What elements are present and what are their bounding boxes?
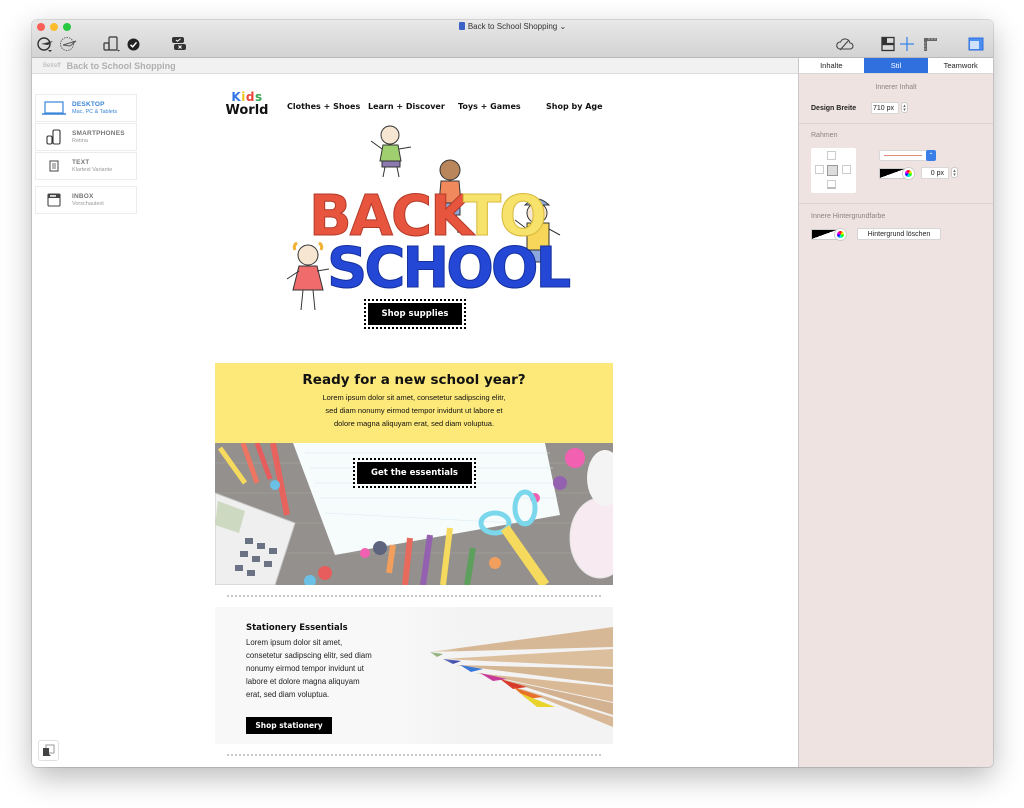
kids-world-logo[interactable]: Kids World <box>224 91 270 118</box>
guides-crosshair-icon[interactable] <box>898 36 916 52</box>
inner-background-heading: Innere Hintergrundfarbe <box>811 213 886 220</box>
toolbar: Back to School Shopping ⌄ <box>32 20 993 58</box>
border-bottom-toggle[interactable] <box>827 180 836 189</box>
device-preview-icon[interactable] <box>102 36 122 52</box>
email-preview: Kids World Clothes + Shoes Learn + Disco… <box>215 75 613 766</box>
border-left-toggle[interactable] <box>815 165 824 174</box>
subject-input[interactable]: Back to School Shopping <box>67 61 176 71</box>
color-wheel-icon[interactable] <box>903 168 914 179</box>
kid-figure-red <box>286 241 330 311</box>
get-essentials-button[interactable]: Get the essentials <box>353 458 476 488</box>
toggle-inspector-icon[interactable] <box>967 36 985 52</box>
document-icon <box>458 22 465 30</box>
inspector-panel: Inhalte Stil Teamwork Innerer Inhalt Des… <box>798 58 993 767</box>
kid-figure-green <box>370 125 412 178</box>
layers-toggle-button[interactable] <box>38 740 59 761</box>
border-top-toggle[interactable] <box>827 151 836 160</box>
send-test-icon[interactable] <box>58 36 78 52</box>
intro-section: Ready for a new school year? Lorem ipsum… <box>215 363 613 443</box>
tab-teamwork[interactable]: Teamwork <box>928 58 993 73</box>
preview-mode-tabs: DESKTOP Mac, PC & Tablets SMARTPHONES Re… <box>35 94 137 215</box>
border-sides-picker <box>811 148 856 193</box>
border-line-preview <box>884 155 922 156</box>
stationery-text: Stationery Essentials Lorem ipsum dolor … <box>246 623 391 701</box>
design-width-label: Design Breite <box>811 105 857 112</box>
stationery-body: Lorem ipsum dolor sit amet, consetetur s… <box>246 638 372 699</box>
inner-content-section: Innerer Inhalt Design Breite 710 px ▴ ▾ <box>799 74 993 124</box>
text-document-icon <box>41 160 67 172</box>
border-right-toggle[interactable] <box>842 165 851 174</box>
tab-inhalte[interactable]: Inhalte <box>799 58 864 73</box>
border-width-stepper[interactable]: ▴ ▾ <box>951 167 958 178</box>
border-width-input[interactable]: 0 px <box>921 167 949 179</box>
subject-label: Betreff <box>43 62 61 69</box>
send-icon[interactable] <box>36 36 56 52</box>
preview-tab-inbox[interactable]: INBOX Vorschautext <box>35 186 137 214</box>
design-width-stepper[interactable]: ▴ ▾ <box>901 102 908 113</box>
back-to-school-illustration[interactable]: BACK TO SCHOOL <box>215 125 613 363</box>
preview-tab-desktop[interactable]: DESKTOP Mac, PC & Tablets <box>35 94 137 122</box>
nav-link-shop-by-age[interactable]: Shop by Age <box>546 102 603 111</box>
border-section: Rahmen ⌃ 0 px ▴ ▾ <box>799 124 993 204</box>
preview-tab-text[interactable]: TEXT Klartext Variante <box>35 152 137 180</box>
nav-link-toys[interactable]: Toys + Games <box>458 102 546 111</box>
border-style-dropdown-icon[interactable]: ⌃ <box>926 150 936 161</box>
hero-text-school: SCHOOL <box>327 236 571 301</box>
intro-body: Lorem ipsum dolor sit amet, consetetur s… <box>322 393 506 428</box>
school-supplies-photo[interactable]: Get the essentials <box>215 443 613 585</box>
inner-background-section: Innere Hintergrundfarbe Hintergrund lösc… <box>799 204 993 249</box>
ruler-icon[interactable] <box>921 36 939 52</box>
dotted-divider <box>215 585 613 607</box>
stationery-heading: Stationery Essentials <box>246 623 348 633</box>
nav-link-clothes[interactable]: Clothes + Shoes <box>287 102 368 111</box>
laptop-icon <box>41 101 67 115</box>
smartphone-icon <box>41 129 67 145</box>
border-all-toggle[interactable] <box>827 165 838 176</box>
inner-content-heading: Innerer Inhalt <box>875 84 917 91</box>
intro-heading: Ready for a new school year? <box>302 372 526 388</box>
approval-icon[interactable] <box>170 36 188 52</box>
subject-row: Betreff Back to School Shopping <box>32 58 798 74</box>
layout-blocks-icon[interactable] <box>879 36 897 52</box>
email-nav: Clothes + Shoes Learn + Discover Toys + … <box>287 102 603 111</box>
background-color-swatch[interactable] <box>811 229 837 240</box>
preview-tab-smartphones[interactable]: SMARTPHONES Retina <box>35 123 137 151</box>
border-style-select[interactable] <box>879 150 929 161</box>
stationery-section: Stationery Essentials Lorem ipsum dolor … <box>215 607 613 744</box>
editor-canvas: DESKTOP Mac, PC & Tablets SMARTPHONES Re… <box>32 75 798 767</box>
dotted-divider <box>215 744 613 766</box>
check-icon[interactable] <box>126 36 140 52</box>
design-width-input[interactable]: 710 px <box>871 102 899 114</box>
border-heading: Rahmen <box>811 132 838 139</box>
cloud-off-icon[interactable] <box>835 36 855 52</box>
layers-icon <box>43 744 55 756</box>
chevron-down-icon: ⌄ <box>559 22 567 31</box>
window-title[interactable]: Back to School Shopping ⌄ <box>32 22 993 31</box>
email-header: Kids World Clothes + Shoes Learn + Disco… <box>215 75 613 125</box>
border-color-swatch[interactable] <box>879 168 905 179</box>
shop-supplies-button[interactable]: Shop supplies <box>364 299 466 329</box>
tab-stil[interactable]: Stil <box>863 58 929 73</box>
app-window: Back to School Shopping ⌄ Betreff Back t… <box>32 20 993 767</box>
hero-section: BACK TO SCHOOL Shop supplies <box>215 125 613 363</box>
inspector-tabs: Inhalte Stil Teamwork <box>799 58 993 74</box>
shop-stationery-button[interactable]: Shop stationery <box>246 717 332 734</box>
color-wheel-icon[interactable] <box>835 229 846 240</box>
clear-background-button[interactable]: Hintergrund löschen <box>857 228 941 240</box>
nav-link-learn[interactable]: Learn + Discover <box>368 102 458 111</box>
inbox-icon <box>41 193 67 207</box>
